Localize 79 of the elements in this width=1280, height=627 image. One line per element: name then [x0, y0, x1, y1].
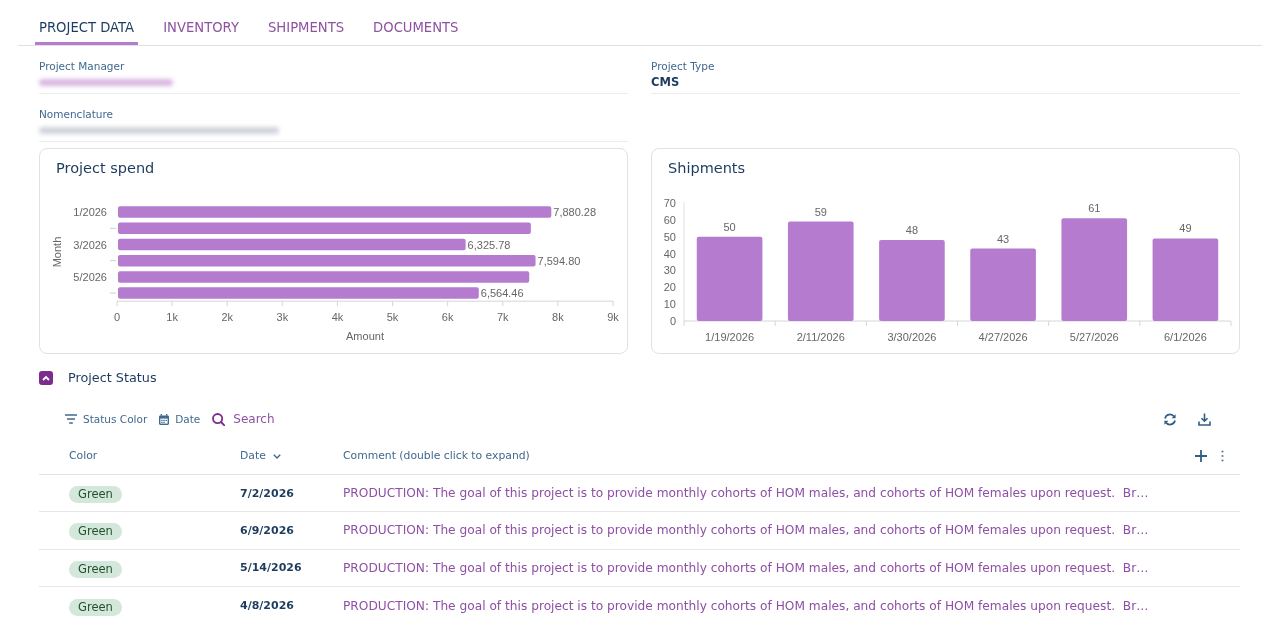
axis-tick [110, 227, 116, 229]
axis-title: Month [51, 236, 63, 268]
field-label: Project Type [651, 59, 715, 73]
data-label: 48 [905, 224, 919, 237]
axis-tick-label: 3k [276, 311, 289, 324]
data-label: 7,594.80 [537, 254, 581, 267]
add-icon[interactable] [1195, 450, 1207, 462]
column-header[interactable]: Comment (double click to expand) [343, 449, 530, 463]
axis-tick-label: 7k [496, 311, 509, 324]
field-value: CMS [651, 74, 680, 90]
axis-tick-label: 5/27/2026 [1069, 331, 1119, 343]
filter-button[interactable]: Status Color [65, 413, 148, 425]
field-label: Nomenclature [39, 107, 114, 121]
status-chip: Green [69, 486, 122, 504]
collapse-button[interactable] [39, 371, 53, 385]
data-label: 61 [1088, 202, 1101, 215]
axis-tick-label: 60 [663, 213, 676, 226]
download-icon[interactable] [1198, 412, 1211, 426]
refresh-icon[interactable] [1163, 412, 1177, 426]
tab[interactable]: DOCUMENTS [369, 9, 463, 45]
axis-tick-label: 6/1/2026 [1164, 331, 1207, 343]
field-label: Project Manager [39, 59, 125, 73]
comment-cell: PRODUCTION: The goal of this project is to provide monthly cohorts of HOM males, and cohorts of HOM females upon request. Br… [343, 486, 1149, 501]
axis-tick-label: 9k [607, 311, 619, 324]
section-title: Project Status [68, 370, 157, 386]
more-options-icon[interactable] [1221, 450, 1224, 462]
status-chip: Green [69, 560, 122, 578]
axis-tick-label: 50 [663, 230, 676, 243]
axis-tick-label: 8k [552, 311, 564, 324]
axis-tick-label: 2/11/2026 [796, 331, 845, 343]
axis-tick-label: 4k [331, 311, 344, 324]
data-label: 6,564.46 [480, 287, 524, 300]
axis-tick-label: 0 [113, 311, 121, 324]
axis-tick-label: 4/27/2026 [978, 331, 1028, 343]
axis-tick-label: 6k [441, 311, 454, 324]
axis-tick-label: 0 [669, 315, 676, 327]
column-header[interactable]: Date [240, 449, 281, 463]
data-label: 43 [996, 232, 1010, 245]
data-label: 59 [814, 205, 827, 218]
column-header[interactable]: Color [69, 449, 98, 463]
chart-title: Shipments [668, 159, 746, 178]
comment-cell: PRODUCTION: The goal of this project is to provide monthly cohorts of HOM males, and cohorts of HOM females upon request. Br… [343, 598, 1149, 613]
chart-title: Project spend [56, 159, 155, 178]
axis-tick-label: 3/2026 [73, 238, 107, 251]
axis-tick-label: 5/2026 [73, 270, 107, 283]
date-cell: 5/14/2026 [240, 561, 302, 575]
axis-tick-label: 3/30/2026 [887, 331, 937, 343]
axis-title: Amount [346, 330, 384, 342]
axis-tick-label: 30 [663, 264, 676, 277]
date-cell: 4/8/2026 [240, 599, 294, 613]
axis-tick [110, 260, 116, 262]
data-label: 6,325.78 [467, 238, 511, 251]
tab[interactable]: PROJECT DATA [35, 9, 139, 45]
data-label: 49 [1179, 222, 1192, 235]
comment-cell: PRODUCTION: The goal of this project is to provide monthly cohorts of HOM males, and cohorts of HOM females upon request. Br… [343, 560, 1149, 575]
axis-tick-label: 5k [386, 311, 399, 324]
axis-tick-label: 20 [663, 281, 676, 294]
axis-tick-label: 1/2026 [73, 206, 107, 219]
axis-tick-label: 1/19/2026 [705, 331, 755, 343]
status-chip: Green [69, 523, 122, 541]
data-label: 50 [723, 220, 736, 233]
data-label: 7,880.28 [553, 206, 597, 219]
date-cell: 7/2/2026 [240, 486, 294, 500]
filter-icon [65, 414, 77, 424]
axis-tick-label: 40 [663, 247, 676, 260]
date-cell: 6/9/2026 [240, 523, 294, 537]
calendar-icon [159, 413, 170, 425]
axis-tick-label: 2k [221, 311, 234, 324]
axis-tick-label: 1k [166, 311, 178, 324]
search-icon [212, 412, 226, 426]
tab[interactable]: INVENTORY [159, 9, 243, 45]
chevron-up-icon [42, 375, 50, 381]
axis-tick-label: 10 [663, 298, 676, 311]
axis-tick-label: 70 [663, 197, 676, 209]
date-filter-button[interactable]: Date [159, 413, 201, 425]
status-chip: Green [69, 598, 122, 616]
search-field[interactable]: Search [233, 411, 284, 427]
comment-cell: PRODUCTION: The goal of this project is to provide monthly cohorts of HOM males, and cohorts of HOM females upon request. Br… [343, 523, 1149, 538]
tab[interactable]: SHIPMENTS [263, 9, 349, 45]
